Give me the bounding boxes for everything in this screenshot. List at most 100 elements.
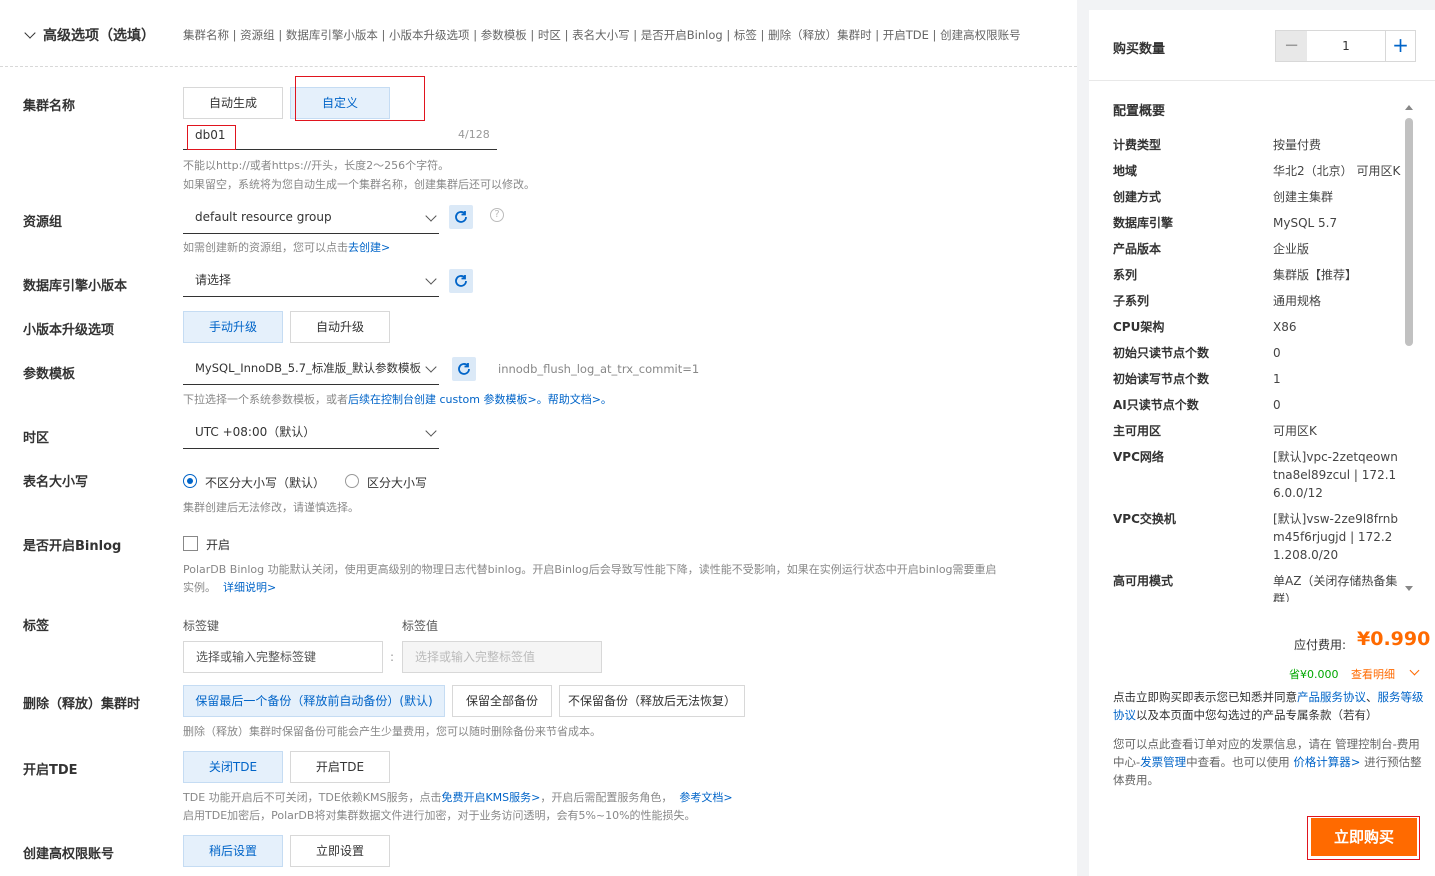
scrollbar-thumb[interactable] <box>1405 118 1413 346</box>
keep-last-backup-button[interactable]: 保留最后一个备份（释放前自动备份）(默认) <box>183 685 445 717</box>
overview-key: 创建方式 <box>1113 190 1162 204</box>
overview-key: 系列 <box>1113 268 1138 282</box>
timezone-select[interactable]: UTC +08:00（默认） <box>183 417 439 449</box>
advanced-options-header[interactable]: 高级选项（选填） 集群名称 | 资源组 | 数据库引擎小版本 | 小版本升级选项… <box>0 0 1077 67</box>
overview-key: 产品版本 <box>1113 242 1162 256</box>
divider <box>1089 80 1435 81</box>
resource-group-value: default resource group <box>195 210 332 224</box>
refresh-icon[interactable] <box>449 269 473 293</box>
tde-hint1-text: TDE 功能开启后不可关闭，TDE依赖KMS服务，点击 <box>183 791 442 804</box>
overview-value: 创建主集群 <box>1273 190 1334 204</box>
set-later-button[interactable]: 稍后设置 <box>183 835 283 867</box>
chevron-down-icon[interactable] <box>24 27 36 39</box>
overview-value: 华北2（北京） 可用区K <box>1273 164 1401 178</box>
overview-key: 子系列 <box>1113 294 1150 308</box>
engine-minor-label: 数据库引擎小版本 <box>23 279 128 294</box>
kms-service-link[interactable]: 免费开启KMS服务> <box>441 791 540 804</box>
overview-value: 通用规格 <box>1273 294 1322 308</box>
tag-value-input[interactable]: 选择或输入完整标签值 <box>402 641 602 673</box>
overview-key: AI只读节点个数 <box>1113 398 1199 412</box>
keep-no-backup-button[interactable]: 不保留备份（释放后无法恢复） <box>559 685 745 717</box>
overview-value: [默认]vpc-2zetqeowntna8el89zcul | 172.16.0… <box>1273 450 1398 500</box>
resource-group-select[interactable]: default resource group <box>183 202 439 234</box>
tde-hint1-tail: ，开启后需配置服务角色， <box>540 791 673 804</box>
view-detail-link[interactable]: 查看明细 <box>1351 665 1420 682</box>
overview-value: 集群版【推荐】 <box>1273 268 1358 282</box>
agreement-text-1: 点击立即购买即表示您已知悉并同意 <box>1113 690 1297 704</box>
advanced-options-panel: 高级选项（选填） 集群名称 | 资源组 | 数据库引擎小版本 | 小版本升级选项… <box>0 0 1077 876</box>
resource-group-label: 资源组 <box>23 215 63 230</box>
invoice-management-link[interactable]: 发票管理 <box>1140 755 1186 769</box>
case-sensitive-radio[interactable] <box>345 474 359 488</box>
tde-doc-link[interactable]: 参考文档> <box>679 791 732 804</box>
manual-upgrade-button[interactable]: 手动升级 <box>183 311 283 343</box>
scroll-down-icon[interactable] <box>1405 586 1413 591</box>
overview-key: 初始只读节点个数 <box>1113 346 1210 360</box>
tde-hint1: TDE 功能开启后不可关闭，TDE依赖KMS服务，点击免费开启KMS服务>，开启… <box>183 789 733 805</box>
create-resource-group-link[interactable]: 去创建> <box>348 241 390 254</box>
overview-key: 主可用区 <box>1113 424 1162 438</box>
chevron-down-icon <box>425 273 437 285</box>
overview-title: 配置概要 <box>1113 104 1166 119</box>
param-template-value: MySQL_InnoDB_5.7_标准版_默认参数模板 <box>195 361 422 375</box>
overview-value: X86 <box>1273 320 1297 334</box>
keep-all-backups-button[interactable]: 保留全部备份 <box>452 685 552 717</box>
agreement-text-2: 以及本页面中您勾选过的产品专属条款（若有） <box>1136 708 1378 722</box>
auto-upgrade-button[interactable]: 自动升级 <box>290 311 390 343</box>
engine-minor-select[interactable]: 请选择 <box>183 265 439 297</box>
binlog-checkbox[interactable] <box>183 536 198 551</box>
plus-button[interactable]: + <box>1385 31 1415 61</box>
quantity-stepper[interactable]: − 1 + <box>1275 30 1416 62</box>
binlog-detail-link[interactable]: 详细说明> <box>223 581 276 594</box>
cluster-name-counter: 4/128 <box>458 128 490 141</box>
view-detail-text: 查看明细 <box>1351 668 1395 681</box>
minus-button[interactable]: − <box>1276 31 1307 61</box>
chevron-down-icon <box>425 361 437 373</box>
tde-on-button[interactable]: 开启TDE <box>290 751 390 783</box>
tag-key-input[interactable]: 选择或输入完整标签键 <box>183 641 383 673</box>
tags-label: 标签 <box>23 619 50 634</box>
binlog-hint1: PolarDB Binlog 功能默认关闭，使用更高级别的物理日志代替binlo… <box>183 563 997 576</box>
scroll-up-icon[interactable] <box>1405 105 1413 110</box>
qty-label: 购买数量 <box>1113 42 1166 57</box>
case-insensitive-radio[interactable] <box>183 474 197 488</box>
order-summary-panel: 购买数量 − 1 + 配置概要 计费类型 按量付费 地域 华北2（北京） 可用区K 创建… <box>1089 10 1435 602</box>
cluster-name-hint2: 如果留空，系统将为您自动生成一个集群名称，创建集群后还可以修改。 <box>183 178 535 191</box>
overview-value: 0 <box>1273 346 1281 360</box>
overview-value: 1 <box>1273 372 1281 386</box>
overview-key: 计费类型 <box>1113 138 1162 152</box>
price-calculator-link[interactable]: 价格计算器> <box>1293 755 1360 769</box>
param-template-select[interactable]: MySQL_InnoDB_5.7_标准版_默认参数模板 <box>183 353 439 385</box>
param-template-label: 参数模板 <box>23 367 76 382</box>
invoice-text: 您可以点此查看订单对应的发票信息，请在 管理控制台-费用中心-发票管理中查看。也… <box>1113 735 1427 789</box>
help-icon[interactable]: ? <box>490 208 504 222</box>
table-case-hint: 集群创建后无法修改，请谨慎选择。 <box>183 501 359 514</box>
case-insensitive-label[interactable]: 不区分大小写（默认） <box>205 474 325 491</box>
binlog-hint2-text: 实例。 <box>183 581 216 594</box>
highlight-box <box>1307 816 1420 860</box>
param-template-help-link[interactable]: 后续在控制台创建 custom 参数模板>。帮助文档>。 <box>348 393 612 406</box>
overview-value: 企业版 <box>1273 242 1310 256</box>
case-sensitive-label[interactable]: 区分大小写 <box>367 474 427 491</box>
payment-panel: 应付费用: ¥0.990 省¥0.000 查看明细 点击立即购买即表示您已知悉并… <box>1089 602 1435 876</box>
binlog-checkbox-label[interactable]: 开启 <box>206 536 230 553</box>
overview-key: 数据库引擎 <box>1113 216 1174 230</box>
refresh-icon[interactable] <box>452 357 476 381</box>
highlight-box <box>295 76 425 121</box>
overview-key: VPC网络 <box>1113 450 1164 464</box>
service-agreement-link[interactable]: 产品服务协议 <box>1297 690 1366 704</box>
resource-group-hint: 如需创建新的资源组，您可以点击去创建> <box>183 239 390 255</box>
set-now-button[interactable]: 立即设置 <box>290 835 390 867</box>
refresh-icon[interactable] <box>449 205 473 229</box>
tde-hint2: 启用TDE加密后，PolarDB将对集群数据文件进行加密，对于业务访问透明，会有… <box>183 809 696 822</box>
cluster-name-auto-button[interactable]: 自动生成 <box>183 87 283 119</box>
tde-off-button[interactable]: 关闭TDE <box>183 751 283 783</box>
overview-key: VPC交换机 <box>1113 512 1176 526</box>
agreement-separator: 、 <box>1366 690 1378 704</box>
overview-value: 可用区K <box>1273 424 1317 438</box>
param-template-side-note: innodb_flush_log_at_trx_commit=1 <box>498 362 700 376</box>
minor-upgrade-label: 小版本升级选项 <box>23 323 115 338</box>
overview-value: 单AZ（关闭存储热备集群） <box>1273 574 1398 602</box>
qty-value[interactable]: 1 <box>1307 31 1385 61</box>
fee-value: ¥0.990 <box>1357 628 1431 650</box>
